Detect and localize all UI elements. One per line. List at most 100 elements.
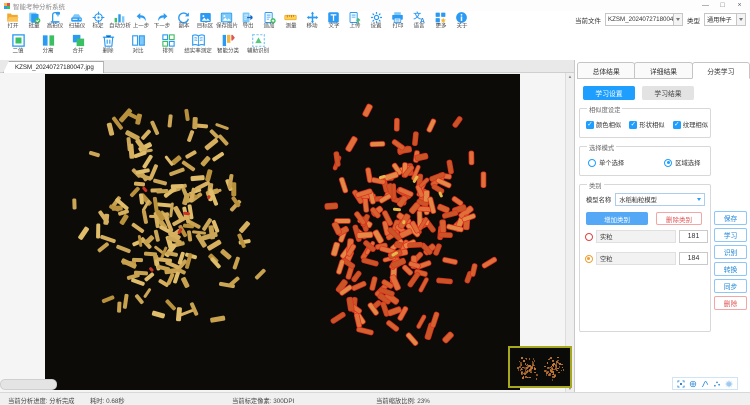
- empty-grain-cluster-seed: [331, 312, 345, 323]
- toolbar-button-doc-camera[interactable]: 高拍仪: [45, 11, 66, 31]
- toolbar-button-move[interactable]: 移动: [301, 11, 322, 31]
- similarity-group: 相似度设定 颜色相似 形状相似 纹理相似: [579, 108, 711, 138]
- minimap[interactable]: [508, 346, 572, 388]
- toolbar-button-measure[interactable]: 测量: [280, 11, 301, 31]
- toolbar-button-text[interactable]: 文字: [323, 11, 344, 31]
- save-button[interactable]: 保存: [714, 211, 747, 225]
- toolbar-button-target-area[interactable]: 目标区: [195, 11, 216, 31]
- points-icon[interactable]: [713, 380, 721, 388]
- full-grain-cluster-seed: [151, 310, 164, 318]
- toolbar-button-more[interactable]: 更多: [430, 11, 451, 31]
- sync-button[interactable]: 同步: [714, 279, 747, 293]
- toolbar-button-batch[interactable]: 批量: [23, 11, 44, 31]
- empty-grain-cluster-seed: [337, 260, 345, 274]
- tab-overall-results[interactable]: 总体结果: [577, 62, 635, 78]
- category-name-field[interactable]: 空粒: [596, 252, 676, 265]
- seed-type-select[interactable]: 通用种子: [704, 13, 746, 26]
- add-category-button[interactable]: 增加类别: [586, 212, 648, 225]
- category-name-field[interactable]: 实粒: [596, 230, 676, 243]
- similarity-options: 颜色相似 形状相似 纹理相似: [586, 120, 708, 129]
- toolbar-button-separate[interactable]: 分离: [33, 32, 63, 56]
- learning-settings-button[interactable]: 学习设置: [583, 86, 635, 100]
- category-buttons: 增加类别 删除类别: [586, 212, 702, 225]
- red-ring-marker-icon[interactable]: [585, 233, 593, 241]
- minimap-dot: [526, 367, 528, 369]
- checkbox-color-similar[interactable]: 颜色相似: [586, 120, 621, 129]
- delete-category-button[interactable]: 删除类别: [656, 212, 702, 225]
- learn-button[interactable]: 学习: [714, 228, 747, 242]
- checkbox-shape-similar[interactable]: 形状相似: [629, 120, 664, 129]
- toolbar-button-upload[interactable]: 上传: [344, 11, 365, 31]
- toolbar-button-copy[interactable]: 副本: [173, 11, 194, 31]
- maximize-button[interactable]: □: [714, 0, 731, 11]
- full-grain-cluster-seed: [254, 268, 266, 280]
- toolbar-button-compare[interactable]: 对比: [123, 32, 153, 56]
- toolbar-button-export[interactable]: 导出: [237, 11, 258, 31]
- close-button[interactable]: ×: [731, 0, 748, 11]
- current-file-select[interactable]: KZSM_20240727180047: [605, 13, 683, 26]
- toolbar-button-label: 删除: [102, 49, 113, 55]
- scroll-up-icon[interactable]: [568, 73, 572, 80]
- toolbar-button-open[interactable]: 打开: [2, 11, 23, 31]
- empty-grain-cluster-seed: [357, 232, 373, 238]
- toolbar-button-binary[interactable]: 二值: [3, 32, 33, 56]
- horizontal-scrollbar-thumb[interactable]: [0, 379, 57, 390]
- toolbar-button-language[interactable]: 文A语言: [408, 11, 429, 31]
- toolbar-button-seed-rate[interactable]: 结实率测定: [183, 32, 213, 56]
- toolbar-button-prev-step[interactable]: 上一步: [130, 11, 151, 31]
- radio-single-select[interactable]: 单个选择: [588, 158, 624, 167]
- convert-button[interactable]: 转换: [714, 262, 747, 276]
- toolbar-button-save-image[interactable]: 保存图片: [216, 11, 237, 31]
- toolbar-button-label: 二值: [12, 49, 23, 55]
- delete-icon: [101, 32, 116, 49]
- recognize-button[interactable]: 识别: [714, 245, 747, 259]
- toolbar-button-append[interactable]: 追加: [259, 11, 280, 31]
- full-grain-cluster-seed: [218, 134, 229, 146]
- toolbar-button-smart-classify[interactable]: 智能分类: [213, 32, 243, 56]
- full-grain-cluster-seed: [185, 109, 191, 122]
- checkbox-texture-similar[interactable]: 纹理相似: [673, 120, 708, 129]
- toolbar-button-scanner[interactable]: 扫描仪: [66, 11, 87, 31]
- pan-icon[interactable]: [689, 380, 697, 388]
- delete-button[interactable]: 删除: [714, 296, 747, 310]
- full-grain-cluster-seed: [78, 226, 89, 240]
- minimize-button[interactable]: —: [697, 0, 714, 11]
- toolbar-button-about[interactable]: 关于: [451, 11, 472, 31]
- full-grain-cluster-seed: [103, 214, 109, 225]
- toolbar-button-auto-analyze[interactable]: 自动分析: [109, 11, 130, 31]
- empty-grain-cluster-seed: [370, 142, 385, 147]
- toolbar-button-calibrate[interactable]: 标定: [88, 11, 109, 31]
- toolbar-button-label: 设置: [371, 24, 382, 30]
- toolbar-button-print[interactable]: 打印: [387, 11, 408, 31]
- toolbar-button-merge[interactable]: 合并: [63, 32, 93, 56]
- doc-camera-icon: [49, 11, 62, 24]
- minimap-dot: [529, 358, 531, 360]
- empty-grain-cluster-seed: [379, 193, 392, 203]
- export-icon: [241, 11, 254, 24]
- category-row-full-grain: 实粒 181: [585, 230, 708, 243]
- vertical-scrollbar[interactable]: [565, 73, 574, 392]
- minimap-dot: [522, 367, 524, 369]
- full-grain-cluster-seed: [176, 307, 182, 322]
- view-settings-icon[interactable]: [725, 380, 733, 388]
- radio-region-select[interactable]: 区域选择: [664, 158, 700, 167]
- tab-detailed-results[interactable]: 详细结果: [634, 62, 692, 78]
- image-tab[interactable]: KZSM_20240727180047.jpg: [3, 61, 104, 73]
- empty-grain-cluster-seed: [386, 320, 399, 332]
- full-grain-cluster-seed: [185, 150, 197, 159]
- toolbar-button-arrange[interactable]: 排列: [153, 32, 183, 56]
- auto-analyze-icon: [113, 11, 126, 24]
- specimen-image[interactable]: [45, 74, 520, 390]
- fit-screen-icon[interactable]: [677, 380, 685, 388]
- learning-results-button[interactable]: 学习结果: [642, 86, 694, 100]
- empty-grain-cluster-seed: [371, 277, 378, 291]
- toolbar-button-assist-recognize[interactable]: 辅助识别: [243, 32, 273, 56]
- orange-dot-marker-icon[interactable]: [585, 255, 593, 263]
- seed-type-value: 通用种子: [705, 15, 736, 24]
- toolbar-button-next-step[interactable]: 下一步: [152, 11, 173, 31]
- tab-classification-learning[interactable]: 分类学习: [692, 62, 750, 79]
- toolbar-button-delete[interactable]: 删除: [93, 32, 123, 56]
- curve-icon[interactable]: [701, 380, 709, 388]
- model-select[interactable]: 水稻籼粒模型: [615, 193, 705, 206]
- toolbar-button-settings[interactable]: 设置: [366, 11, 387, 31]
